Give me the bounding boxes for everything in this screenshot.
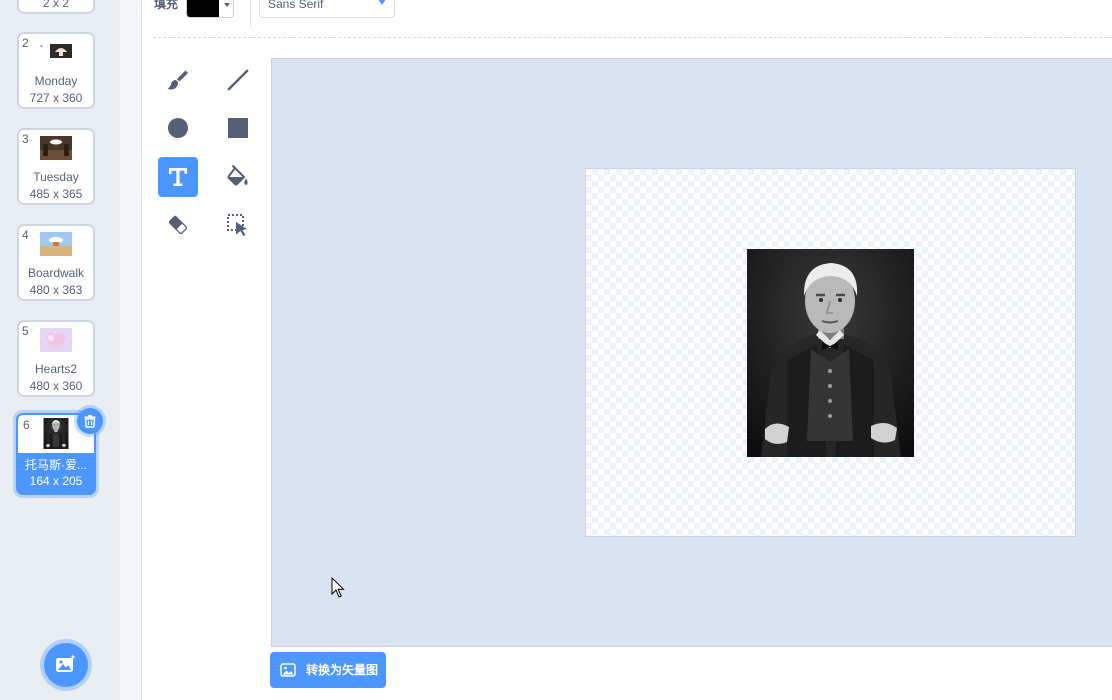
costume-name: 托马斯·爱... xyxy=(25,458,87,472)
costume-item[interactable]: 2 x 2 xyxy=(17,0,95,14)
fill-label: 填充 xyxy=(154,0,179,11)
fill-icon xyxy=(227,165,248,186)
brush-icon xyxy=(167,70,188,90)
brush-tool[interactable] xyxy=(158,60,198,100)
mouse-pointer-icon xyxy=(331,577,345,598)
trash-icon xyxy=(84,415,96,428)
costume-list: 2 x 2 2 Monday 727 x 360 3 Tuesday 485 x… xyxy=(0,0,120,700)
costume-size: 485 x 365 xyxy=(29,187,83,201)
toolbar-separator xyxy=(153,37,1112,38)
costume-image[interactable] xyxy=(747,249,914,457)
costume-item[interactable]: 2 Monday 727 x 360 xyxy=(17,32,95,109)
font-dropdown-value: Sans Serif xyxy=(268,0,324,11)
costume-size: 480 x 363 xyxy=(29,283,83,297)
costume-name: Hearts2 xyxy=(34,362,78,376)
costume-name: Monday xyxy=(34,74,78,88)
costume-number: 3 xyxy=(22,132,29,146)
costume-item[interactable]: 5 Hearts2 480 x 360 xyxy=(17,320,95,397)
convert-to-vector-label: 转换为矢量图 xyxy=(306,663,379,677)
fill-color-picker[interactable] xyxy=(186,0,234,18)
text-tool[interactable] xyxy=(158,157,198,197)
image-icon xyxy=(280,663,296,677)
costume-number: 2 xyxy=(22,36,29,50)
costume-thumbnail xyxy=(40,328,72,352)
convert-to-vector-button[interactable]: 转换为矢量图 xyxy=(270,652,386,688)
circle-icon xyxy=(168,118,188,138)
costume-size: 727 x 360 xyxy=(29,91,83,105)
line-tool[interactable] xyxy=(218,60,258,100)
select-tool[interactable] xyxy=(218,205,258,245)
delete-costume-button[interactable] xyxy=(77,408,103,434)
select-icon xyxy=(227,214,247,236)
eraser-tool[interactable] xyxy=(158,205,198,245)
toolbar-divider xyxy=(250,0,251,27)
rectangle-tool[interactable] xyxy=(218,108,258,148)
paint-canvas-area[interactable] xyxy=(271,58,1112,647)
costume-item[interactable]: 6 托马斯·爱... 164 x 205 xyxy=(16,408,103,495)
circle-tool[interactable] xyxy=(158,108,198,148)
costume-item[interactable]: 3 Tuesday 485 x 365 xyxy=(17,128,95,205)
costume-name: Tuesday xyxy=(33,170,79,184)
costume-list-scroll-gutter xyxy=(120,0,142,700)
choose-costume-button[interactable] xyxy=(44,643,88,687)
costume-thumbnail xyxy=(40,44,72,58)
eraser-icon xyxy=(168,215,188,235)
line-icon xyxy=(227,69,249,91)
rectangle-icon xyxy=(228,118,248,138)
costume-size: 480 x 360 xyxy=(29,379,83,393)
costume-number: 5 xyxy=(22,324,29,338)
add-costume-icon xyxy=(56,654,76,672)
paint-canvas[interactable] xyxy=(585,168,1076,537)
costume-size: 2 x 2 xyxy=(42,0,69,10)
text-icon xyxy=(169,168,187,186)
fill-color-swatch xyxy=(187,0,219,17)
costume-thumbnail xyxy=(44,418,69,449)
costume-number: 4 xyxy=(22,228,29,242)
chevron-down-icon xyxy=(224,3,230,7)
costume-thumbnail xyxy=(40,136,72,160)
costume-thumbnail xyxy=(40,232,72,256)
costume-name: Boardwalk xyxy=(27,266,85,280)
chevron-down-icon xyxy=(378,0,386,5)
costume-size: 164 x 205 xyxy=(29,474,83,488)
costume-number: 6 xyxy=(23,418,30,432)
costume-item[interactable]: 4 Boardwalk 480 x 363 xyxy=(17,224,95,301)
fill-tool[interactable] xyxy=(218,157,258,197)
font-dropdown[interactable]: Sans Serif xyxy=(259,0,395,18)
